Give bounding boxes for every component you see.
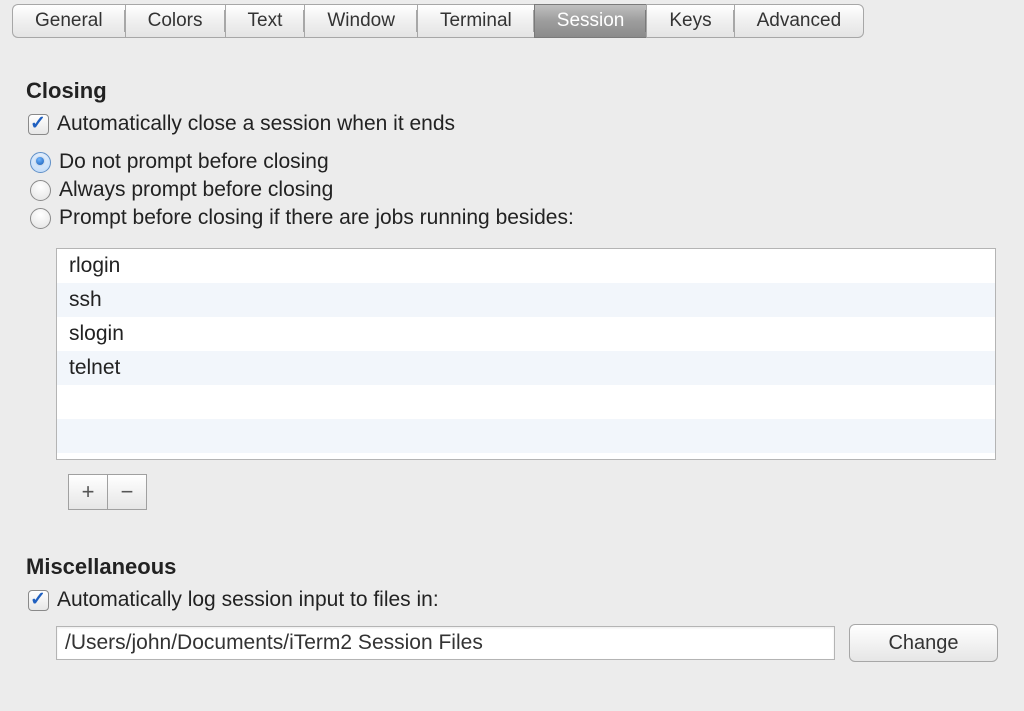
auto-log-checkbox[interactable] <box>28 590 49 611</box>
list-item-empty <box>57 419 995 453</box>
plus-icon: + <box>82 479 95 505</box>
tab-terminal[interactable]: Terminal <box>417 4 534 38</box>
log-path-row: Change <box>56 624 998 662</box>
radio-button-icon[interactable] <box>30 208 51 229</box>
radio-label: Prompt before closing if there are jobs … <box>59 206 574 230</box>
misc-section: Miscellaneous Automatically log session … <box>26 554 998 662</box>
tab-label: Keys <box>669 10 711 32</box>
add-job-button[interactable]: + <box>68 474 108 510</box>
list-item[interactable]: rlogin <box>57 249 995 283</box>
job-name: telnet <box>69 356 120 379</box>
auto-log-label: Automatically log session input to files… <box>57 588 439 612</box>
auto-log-row[interactable]: Automatically log session input to files… <box>28 588 998 612</box>
tab-label: Window <box>327 10 395 32</box>
tab-advanced[interactable]: Advanced <box>734 4 865 38</box>
radio-label: Always prompt before closing <box>59 178 333 202</box>
auto-close-label: Automatically close a session when it en… <box>57 112 455 136</box>
tab-label: Text <box>248 10 283 32</box>
tab-window[interactable]: Window <box>304 4 417 38</box>
auto-close-session-row[interactable]: Automatically close a session when it en… <box>28 112 998 136</box>
tab-general[interactable]: General <box>12 4 125 38</box>
radio-button-icon[interactable] <box>30 180 51 201</box>
tab-label: Terminal <box>440 10 512 32</box>
log-path-field[interactable] <box>56 626 835 660</box>
radio-do-not-prompt[interactable]: Do not prompt before closing <box>30 150 998 174</box>
tab-colors[interactable]: Colors <box>125 4 225 38</box>
preferences-tab-bar: General Colors Text Window Terminal Sess… <box>12 4 1012 38</box>
job-name: slogin <box>69 322 124 345</box>
tab-text[interactable]: Text <box>225 4 305 38</box>
list-item[interactable]: ssh <box>57 283 995 317</box>
auto-close-checkbox[interactable] <box>28 114 49 135</box>
tab-keys[interactable]: Keys <box>646 4 733 38</box>
radio-label: Do not prompt before closing <box>59 150 329 174</box>
change-button-label: Change <box>888 632 958 655</box>
job-name: rlogin <box>69 254 120 277</box>
list-item[interactable]: slogin <box>57 317 995 351</box>
closing-heading: Closing <box>26 78 998 104</box>
tab-label: Session <box>557 10 625 32</box>
radio-always-prompt[interactable]: Always prompt before closing <box>30 178 998 202</box>
radio-button-icon[interactable] <box>30 152 51 173</box>
tab-label: Colors <box>148 10 203 32</box>
list-item-empty <box>57 385 995 419</box>
session-pane: Closing Automatically close a session wh… <box>0 38 1024 662</box>
minus-icon: − <box>121 479 134 505</box>
radio-prompt-if-jobs[interactable]: Prompt before closing if there are jobs … <box>30 206 998 230</box>
tab-session[interactable]: Session <box>534 4 647 38</box>
tab-label: General <box>35 10 103 32</box>
remove-job-button[interactable]: − <box>108 474 147 510</box>
jobs-add-remove-bar: + − <box>68 474 998 510</box>
jobs-listbox[interactable]: rlogin ssh slogin telnet <box>56 248 996 460</box>
change-path-button[interactable]: Change <box>849 624 998 662</box>
list-item[interactable]: telnet <box>57 351 995 385</box>
tab-label: Advanced <box>757 10 842 32</box>
close-prompt-radio-group: Do not prompt before closing Always prom… <box>28 150 998 230</box>
job-name: ssh <box>69 288 102 311</box>
misc-heading: Miscellaneous <box>26 554 998 580</box>
